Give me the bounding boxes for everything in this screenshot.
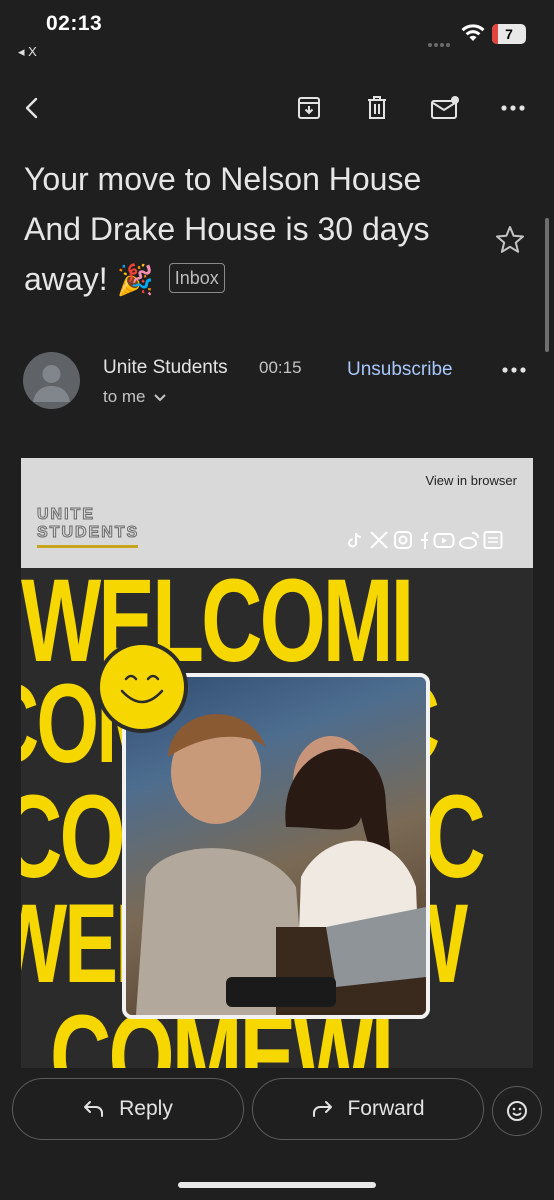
emoji-smile-icon bbox=[507, 1101, 527, 1121]
forward-button[interactable]: Forward bbox=[252, 1078, 484, 1140]
newsletter-header: View in browser UNITE STUDENTS bbox=[21, 458, 533, 568]
archive-button[interactable] bbox=[289, 88, 329, 128]
reply-label: Reply bbox=[119, 1097, 173, 1120]
tiktok-icon[interactable] bbox=[345, 530, 365, 550]
forward-label: Forward bbox=[347, 1097, 425, 1120]
reply-button[interactable]: Reply bbox=[12, 1078, 244, 1140]
message-more-button[interactable] bbox=[496, 354, 532, 386]
logo-underline bbox=[37, 545, 138, 548]
inbox-label-chip[interactable]: Inbox bbox=[168, 262, 225, 293]
trash-icon bbox=[368, 96, 386, 119]
status-bar: 02:13 ◂ X 7 bbox=[0, 0, 554, 70]
sender-name[interactable]: Unite Students bbox=[103, 357, 228, 379]
email-toolbar bbox=[0, 80, 554, 136]
unsubscribe-link[interactable]: Unsubscribe bbox=[347, 359, 453, 381]
facebook-icon[interactable] bbox=[416, 530, 430, 550]
youtube-icon[interactable] bbox=[433, 530, 455, 550]
back-button[interactable] bbox=[12, 88, 52, 128]
instagram-icon[interactable] bbox=[393, 530, 413, 550]
arrow-left-icon bbox=[25, 97, 38, 119]
forward-arrow-icon bbox=[313, 1101, 333, 1117]
sender-avatar[interactable] bbox=[23, 352, 80, 409]
wifi-icon bbox=[461, 24, 485, 41]
more-horizontal-icon bbox=[501, 105, 525, 111]
social-links bbox=[345, 530, 503, 550]
star-icon[interactable] bbox=[494, 224, 526, 256]
email-subject: Your move to Nelson House And Drake Hous… bbox=[24, 154, 484, 306]
reply-action-bar: Reply Forward bbox=[0, 1072, 554, 1200]
more-horizontal-icon bbox=[502, 367, 526, 373]
home-indicator[interactable] bbox=[178, 1182, 376, 1188]
person-icon bbox=[33, 365, 70, 402]
mail-unread-icon bbox=[431, 96, 459, 119]
email-body: View in browser UNITE STUDENTS WELCOMI C… bbox=[21, 458, 533, 1068]
mark-unread-button[interactable] bbox=[425, 88, 465, 128]
cellular-signal-icon bbox=[428, 34, 456, 47]
weibo-icon[interactable] bbox=[458, 530, 480, 550]
email-timestamp: 00:15 bbox=[259, 358, 302, 377]
recipient-details-toggle[interactable]: to me bbox=[103, 387, 166, 407]
x-icon[interactable] bbox=[368, 530, 390, 550]
chevron-down-icon bbox=[154, 394, 166, 402]
smiley-sticker-icon bbox=[96, 641, 188, 733]
battery-indicator: 7 bbox=[492, 24, 526, 44]
emoji-reaction-button[interactable] bbox=[492, 1086, 542, 1136]
back-to-app-link[interactable]: ◂ X bbox=[18, 44, 37, 60]
party-popper-icon: 🎉 bbox=[116, 264, 154, 297]
subject-text: Your move to Nelson House And Drake Hous… bbox=[24, 161, 430, 297]
status-time: 02:13 bbox=[46, 12, 103, 35]
archive-icon bbox=[298, 97, 320, 119]
unite-students-logo[interactable]: UNITE STUDENTS bbox=[36, 506, 139, 542]
reply-arrow-icon bbox=[84, 1101, 104, 1117]
more-options-button[interactable] bbox=[493, 88, 533, 128]
xiaohongshu-icon[interactable] bbox=[483, 530, 503, 550]
scrollbar[interactable] bbox=[545, 218, 549, 352]
delete-button[interactable] bbox=[357, 88, 397, 128]
view-in-browser-link[interactable]: View in browser bbox=[425, 473, 517, 488]
recipient-text: to me bbox=[103, 387, 146, 406]
